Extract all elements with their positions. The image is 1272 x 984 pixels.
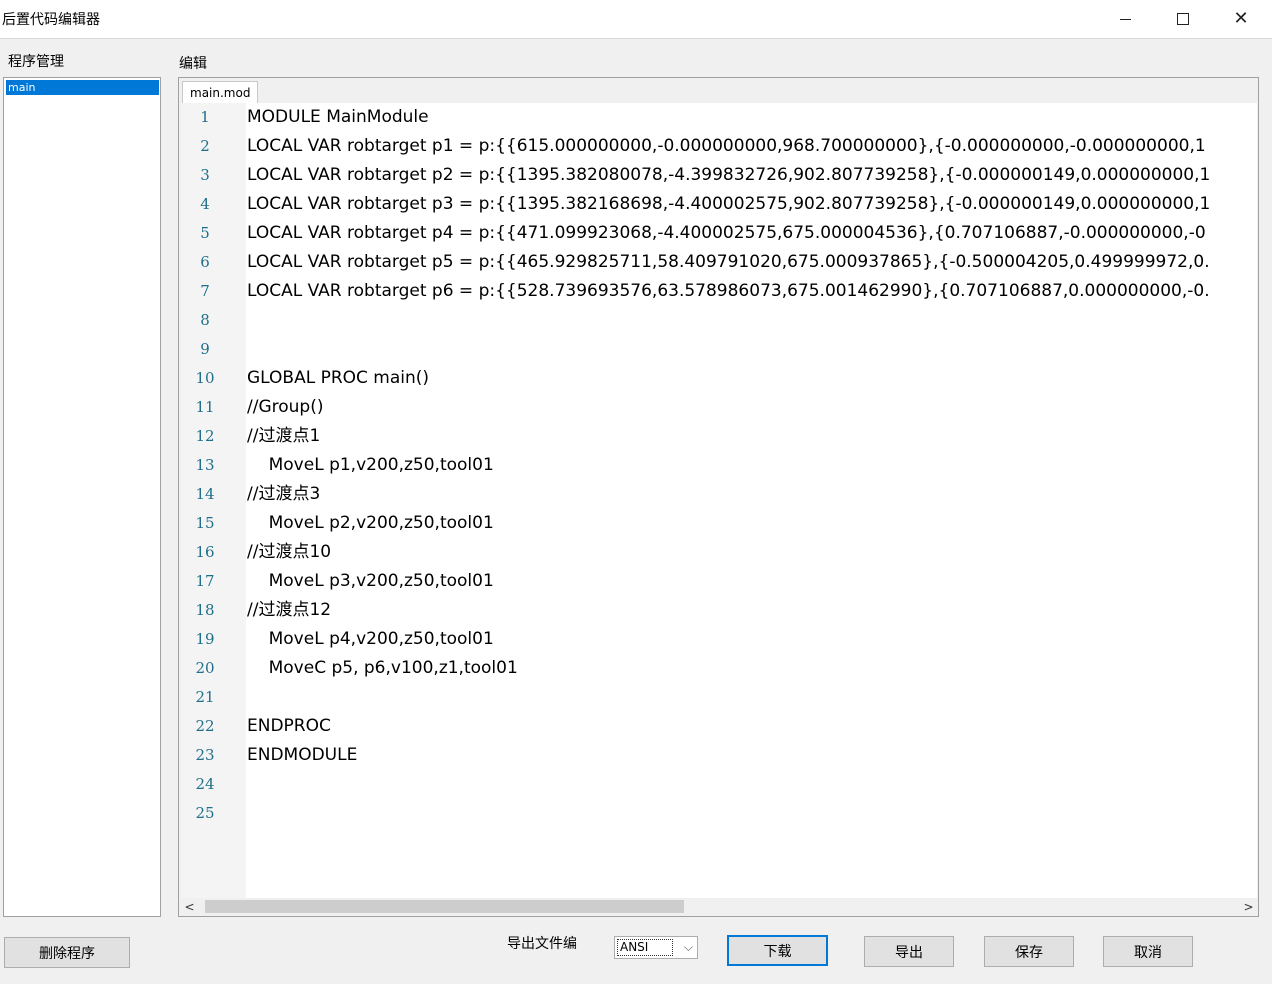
editor-window: 后置代码编辑器 ✕ 程序管理 main 编辑 main.mod 1 MODULE … [0, 0, 1272, 984]
program-list[interactable]: main [3, 77, 161, 917]
editor-frame: main.mod 1 MODULE MainModule 2 LOCAL VAR ro… [178, 77, 1259, 917]
code-line: MoveC p5, p6,v100,z1,tool01 [247, 658, 518, 678]
editor-label: 编辑 [179, 56, 207, 72]
line-number: 12 [195, 427, 215, 445]
code-editor[interactable]: 1 MODULE MainModule 2 LOCAL VAR robtarget p… [181, 103, 1257, 898]
export-button[interactable]: 导出 [864, 936, 954, 967]
delete-program-button[interactable]: 删除程序 [4, 937, 130, 968]
line-number: 7 [200, 282, 210, 300]
line-number: 20 [195, 659, 215, 677]
code-line: MoveL p1,v200,z50,tool01 [247, 455, 494, 475]
line-number: 18 [195, 601, 215, 619]
code-line: //Group() [247, 397, 324, 417]
program-manager-label: 程序管理 [8, 54, 64, 70]
download-button[interactable]: 下载 [727, 935, 828, 966]
line-number: 17 [195, 572, 215, 590]
code-line: LOCAL VAR robtarget p3 = p:{{1395.382168… [247, 194, 1211, 214]
code-line: LOCAL VAR robtarget p4 = p:{{471.0999230… [247, 223, 1206, 243]
code-line: //过渡点12 [247, 600, 332, 620]
title-bar: 后置代码编辑器 ✕ [0, 0, 1272, 39]
code-line: GLOBAL PROC main() [247, 368, 430, 388]
code-line: MoveL p3,v200,z50,tool01 [247, 571, 494, 591]
cancel-button[interactable]: 取消 [1103, 936, 1193, 967]
scrollbar-thumb[interactable] [205, 900, 684, 913]
line-number: 22 [195, 717, 215, 735]
line-number: 24 [195, 775, 215, 793]
line-number: 13 [195, 456, 215, 474]
code-line: MoveL p2,v200,z50,tool01 [247, 513, 494, 533]
save-button[interactable]: 保存 [984, 936, 1074, 967]
line-number: 5 [200, 224, 210, 242]
code-line: //过渡点10 [247, 542, 332, 562]
code-line: LOCAL VAR robtarget p2 = p:{{1395.382080… [247, 165, 1211, 185]
line-number: 9 [200, 340, 210, 358]
line-number: 21 [195, 688, 215, 706]
code-line: LOCAL VAR robtarget p6 = p:{{528.7396935… [247, 281, 1210, 301]
encoding-select[interactable]: ANSI ⌵ [614, 936, 698, 959]
line-number: 3 [200, 166, 210, 184]
line-number: 6 [200, 253, 210, 271]
code-line: //过渡点1 [247, 426, 321, 446]
code-line: MODULE MainModule [247, 107, 429, 127]
code-line: ENDMODULE [247, 745, 358, 765]
line-number: 1 [200, 108, 210, 126]
minimize-icon [1119, 18, 1131, 20]
line-number: 15 [195, 514, 215, 532]
line-number: 16 [195, 543, 215, 561]
export-encoding-label: 导出文件编 [507, 936, 577, 952]
maximize-button[interactable] [1154, 0, 1212, 38]
line-number: 10 [195, 369, 215, 387]
code-line: LOCAL VAR robtarget p5 = p:{{465.9298257… [247, 252, 1210, 272]
maximize-icon [1177, 13, 1189, 25]
close-button[interactable]: ✕ [1212, 0, 1270, 38]
horizontal-scrollbar[interactable]: < > [181, 898, 1257, 915]
close-icon: ✕ [1233, 8, 1249, 29]
line-number: 11 [195, 398, 215, 416]
window-title: 后置代码编辑器 [2, 12, 100, 28]
chevron-down-icon: ⌵ [683, 940, 693, 954]
line-number: 8 [200, 311, 210, 329]
scroll-right-icon[interactable]: > [1240, 898, 1257, 915]
code-line: LOCAL VAR robtarget p1 = p:{{615.0000000… [247, 136, 1206, 156]
line-number: 14 [195, 485, 215, 503]
code-line: MoveL p4,v200,z50,tool01 [247, 629, 494, 649]
tab-main-mod[interactable]: main.mod [182, 81, 259, 103]
scroll-left-icon[interactable]: < [181, 898, 198, 915]
line-number: 25 [195, 804, 215, 822]
line-number: 4 [200, 195, 210, 213]
code-line: //过渡点3 [247, 484, 321, 504]
encoding-value: ANSI [617, 939, 673, 956]
line-number: 23 [195, 746, 215, 764]
minimize-button[interactable] [1096, 0, 1154, 38]
line-number: 19 [195, 630, 215, 648]
code-line: ENDPROC [247, 716, 331, 736]
line-number: 2 [200, 137, 210, 155]
program-list-item-main[interactable]: main [6, 80, 159, 95]
